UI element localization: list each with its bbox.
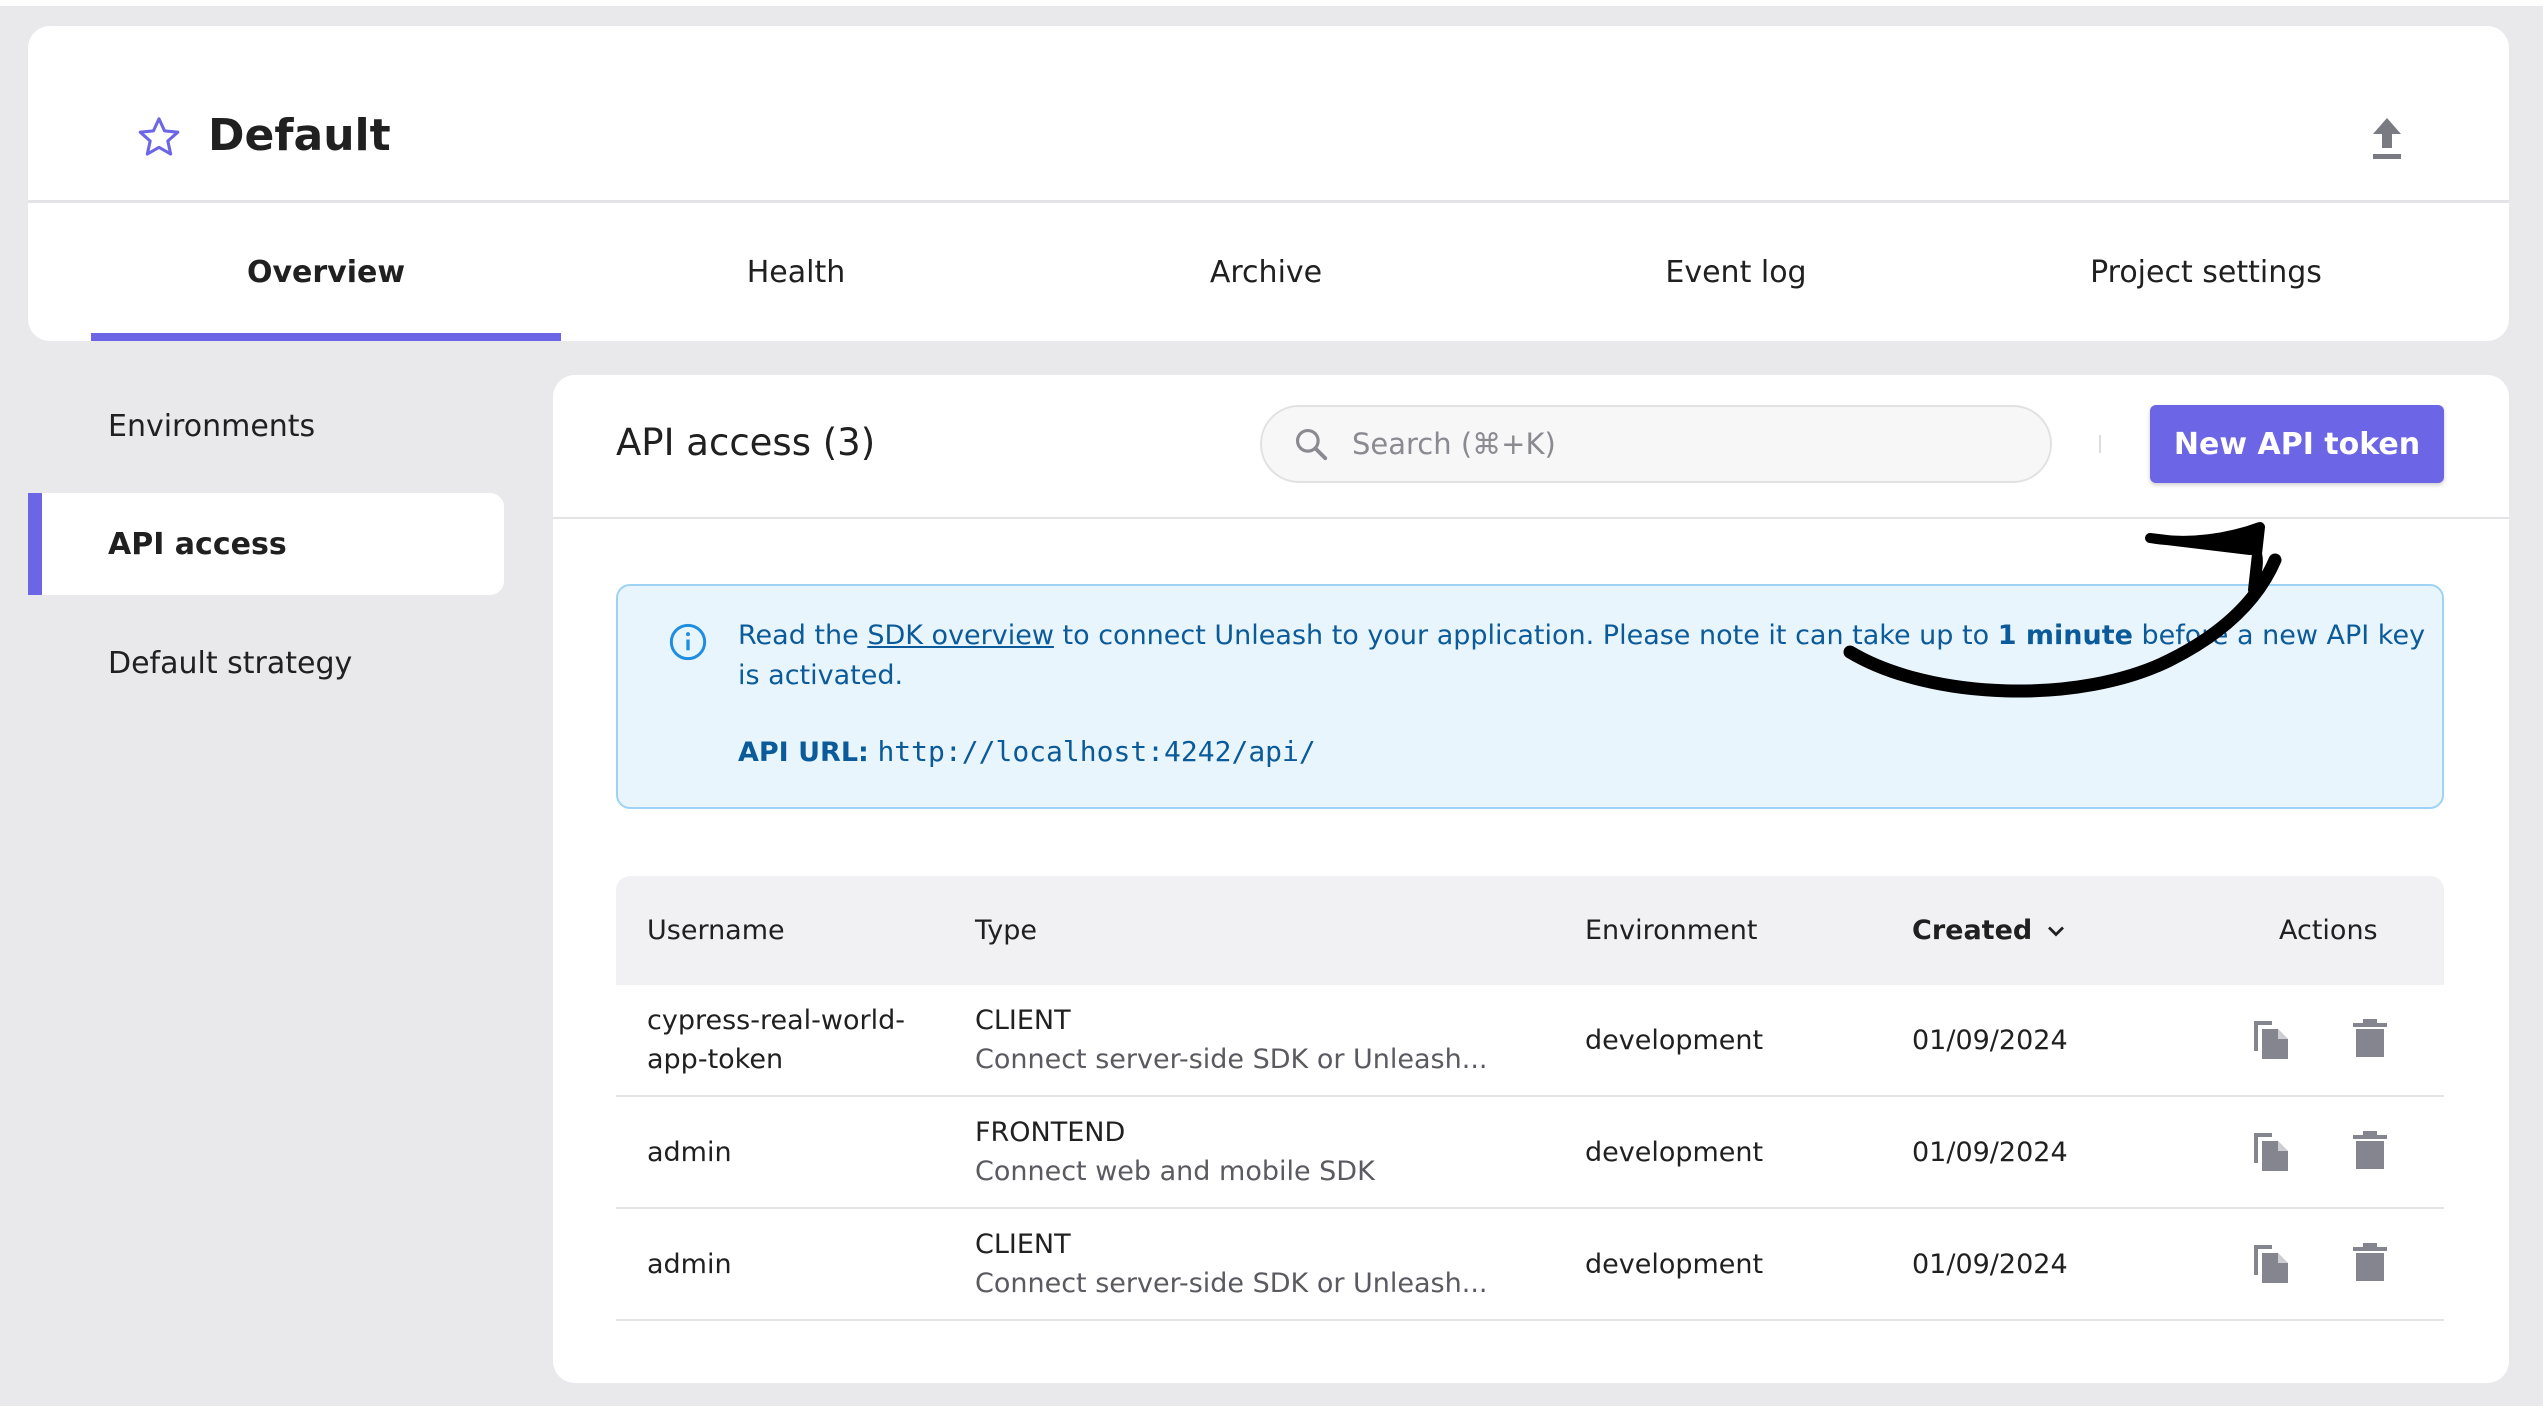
- tab-health[interactable]: Health: [561, 203, 1031, 341]
- sidebar-item-environments[interactable]: Environments: [28, 375, 504, 477]
- info-icon: [669, 623, 707, 661]
- new-api-token-button[interactable]: New API token: [2150, 405, 2444, 483]
- token-type-desc: Connect web and mobile SDK: [975, 1156, 1375, 1187]
- api-access-panel: API access (3) Search (⌘+K) New API toke…: [553, 375, 2509, 1383]
- col-username[interactable]: Username: [647, 876, 785, 985]
- trash-icon[interactable]: [2353, 1243, 2387, 1283]
- api-url-label: API URL:: [738, 737, 869, 768]
- chevron-down-icon: [2048, 926, 2065, 936]
- col-created-label: Created: [1912, 915, 2033, 946]
- table-row: admin FRONTEND Connect web and mobile SDK…: [616, 1097, 2444, 1209]
- cell-username: cypress-real-world-app-token: [647, 985, 905, 1095]
- copy-icon[interactable]: [2252, 1243, 2292, 1285]
- upload-icon[interactable]: [2367, 116, 2407, 160]
- search-input[interactable]: Search (⌘+K): [1260, 405, 2052, 483]
- cell-created: 01/09/2024: [1912, 1024, 2068, 1056]
- info-text-1: Read the: [738, 620, 868, 651]
- token-type: FRONTEND: [975, 1117, 1126, 1148]
- tab-event-log[interactable]: Event log: [1501, 203, 1971, 341]
- cell-environment: development: [1585, 1024, 1764, 1056]
- cell-type: CLIENT Connect server-side SDK or Unleash…: [975, 985, 1488, 1095]
- sidebar-item-default-strategy[interactable]: Default strategy: [28, 612, 504, 714]
- token-type-desc: Connect server-side SDK or Unleash...: [975, 1044, 1488, 1075]
- info-bold: 1 minute: [1997, 620, 2133, 651]
- cell-username: admin: [647, 1097, 732, 1207]
- search-placeholder: Search (⌘+K): [1352, 427, 1556, 461]
- tab-overview[interactable]: Overview: [91, 203, 561, 341]
- tab-project-settings[interactable]: Project settings: [1971, 203, 2441, 341]
- divider: [2099, 435, 2101, 453]
- panel-divider: [553, 517, 2509, 519]
- col-environment[interactable]: Environment: [1585, 876, 1757, 985]
- tab-archive[interactable]: Archive: [1031, 203, 1501, 341]
- copy-icon[interactable]: [2252, 1019, 2292, 1061]
- sdk-overview-link[interactable]: SDK overview: [867, 620, 1054, 651]
- info-text: Read the SDK overview to connect Unleash…: [738, 616, 2425, 656]
- col-actions: Actions: [2279, 915, 2378, 946]
- info-alert: Read the SDK overview to connect Unleash…: [616, 584, 2444, 809]
- table-row: admin CLIENT Connect server-side SDK or U…: [616, 1209, 2444, 1321]
- panel-title: API access (3): [616, 421, 876, 464]
- col-created[interactable]: Created: [1912, 876, 2070, 985]
- col-type[interactable]: Type: [975, 876, 1037, 985]
- copy-icon[interactable]: [2252, 1131, 2292, 1173]
- username: admin: [647, 1136, 732, 1168]
- info-text-2: to connect Unleash to your application. …: [1053, 620, 1998, 651]
- token-type: CLIENT: [975, 1005, 1071, 1036]
- info-text-3: before a new API key: [2132, 620, 2426, 651]
- trash-icon[interactable]: [2353, 1019, 2387, 1059]
- table-header: Username Type Environment Created Action…: [616, 876, 2444, 985]
- token-type: CLIENT: [975, 1229, 1071, 1260]
- trash-icon[interactable]: [2353, 1131, 2387, 1171]
- cell-username: admin: [647, 1209, 732, 1319]
- page-title: Default: [208, 110, 391, 161]
- token-type-desc: Connect server-side SDK or Unleash...: [975, 1268, 1488, 1299]
- cell-environment: development: [1585, 1136, 1764, 1168]
- sidebar-item-api-access[interactable]: API access: [28, 493, 504, 595]
- cell-environment: development: [1585, 1248, 1764, 1280]
- username: admin: [647, 1248, 732, 1280]
- api-url: http://localhost:4242/api/: [877, 735, 1316, 768]
- cell-created: 01/09/2024: [1912, 1136, 2068, 1168]
- username-cont: app-token: [647, 1044, 784, 1075]
- cell-created: 01/09/2024: [1912, 1248, 2068, 1280]
- project-header: Default Overview Health Archive Event lo…: [28, 26, 2509, 341]
- favorite-star-icon[interactable]: [136, 114, 182, 160]
- search-icon: [1295, 428, 1328, 461]
- cell-type: FRONTEND Connect web and mobile SDK: [975, 1097, 1375, 1207]
- info-text-4: is activated.: [738, 660, 904, 691]
- username: cypress-real-world-: [647, 1005, 905, 1036]
- cell-type: CLIENT Connect server-side SDK or Unleash…: [975, 1209, 1488, 1319]
- table-row: cypress-real-world-app-token CLIENT Conne…: [616, 985, 2444, 1097]
